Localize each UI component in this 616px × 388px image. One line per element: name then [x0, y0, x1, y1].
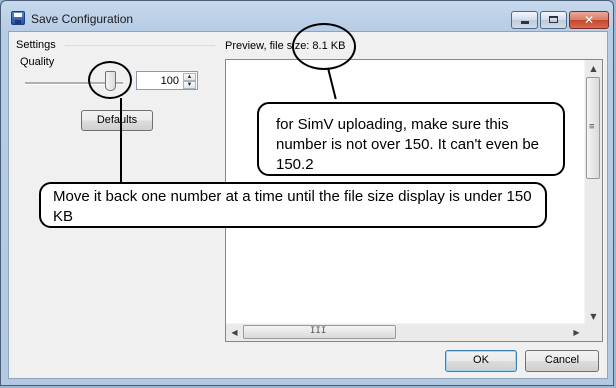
- quality-value[interactable]: 100: [161, 75, 179, 87]
- slider-pointer-line: [120, 98, 122, 184]
- horizontal-scrollbar[interactable]: ◀ III ▶: [226, 323, 585, 341]
- quality-stepper[interactable]: 100 ▲ ▼: [136, 71, 198, 90]
- slider-highlight-ellipse: [88, 61, 132, 99]
- maximize-icon: [549, 16, 558, 23]
- close-icon: ✕: [583, 13, 595, 27]
- scrollbar-corner: [585, 324, 602, 341]
- spin-up-icon[interactable]: ▲: [183, 73, 196, 81]
- save-disk-icon: [11, 11, 25, 25]
- horizontal-grip-icon: III: [310, 326, 327, 336]
- file-size-highlight-ellipse: [292, 23, 356, 70]
- settings-group-label: Settings: [16, 39, 56, 51]
- scroll-down-icon[interactable]: ▼: [585, 308, 602, 325]
- scroll-up-icon[interactable]: ▲: [585, 60, 602, 77]
- move-back-callout: Move it back one number at a time until …: [39, 182, 547, 228]
- horizontal-scroll-thumb[interactable]: III: [243, 325, 396, 339]
- vertical-scrollbar[interactable]: ▲ ≡ ▼: [584, 60, 602, 325]
- close-button[interactable]: ✕: [569, 11, 609, 29]
- scroll-left-icon[interactable]: ◀: [226, 324, 243, 341]
- spin-down-icon[interactable]: ▼: [183, 81, 196, 89]
- minimize-icon: [521, 21, 529, 24]
- cancel-button[interactable]: Cancel: [525, 350, 599, 372]
- ok-button[interactable]: OK: [445, 350, 517, 372]
- minimize-button[interactable]: [511, 11, 538, 29]
- scroll-right-icon[interactable]: ▶: [568, 324, 585, 341]
- maximize-button[interactable]: [540, 11, 567, 29]
- defaults-button[interactable]: Defaults: [81, 110, 153, 131]
- window-title: Save Configuration: [31, 12, 134, 26]
- vertical-grip-icon: ≡: [589, 122, 595, 132]
- quality-label: Quality: [20, 56, 55, 68]
- simv-upload-callout: for SimV uploading, make sure this numbe…: [257, 102, 565, 176]
- settings-group-divider: [65, 45, 215, 46]
- vertical-scroll-thumb[interactable]: ≡: [586, 77, 600, 179]
